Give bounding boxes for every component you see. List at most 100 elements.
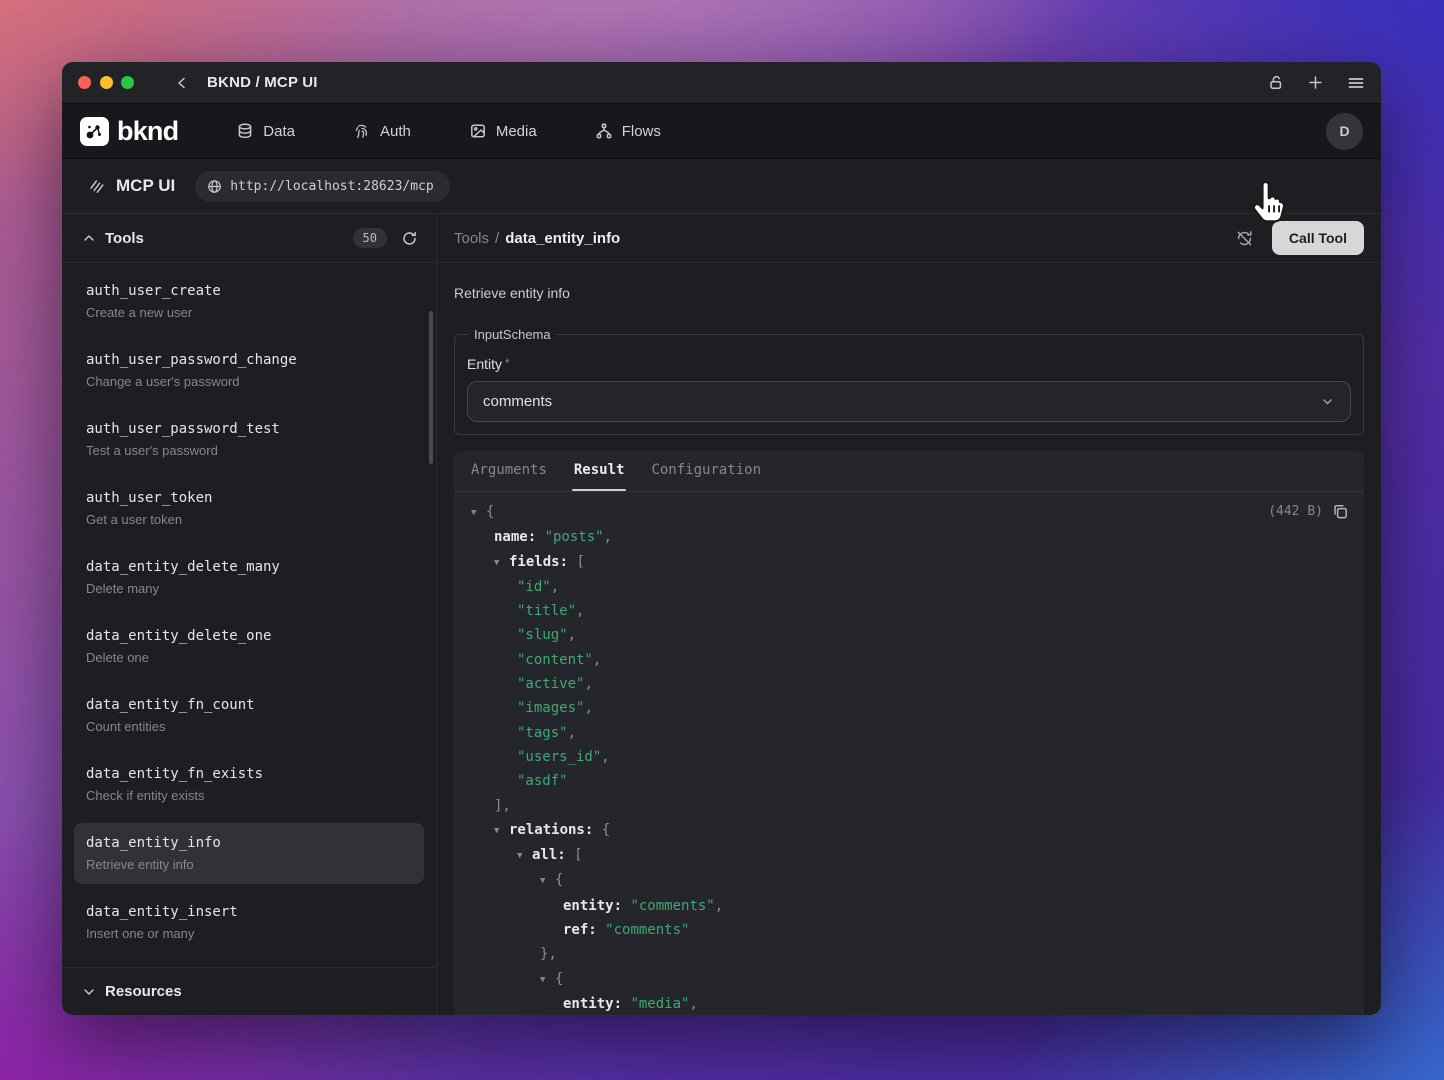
- sidebar-item-auth_user_create[interactable]: auth_user_createCreate a new user: [74, 271, 424, 332]
- json-line: },: [454, 942, 1364, 966]
- sidebar-item-auth_user_password_change[interactable]: auth_user_password_changeChange a user's…: [74, 340, 424, 401]
- avatar[interactable]: D: [1326, 113, 1363, 150]
- json-line: ▼fields: [: [454, 550, 1364, 575]
- json-key: entity:: [563, 996, 630, 1012]
- collapse-toggle-icon[interactable]: ▼: [540, 869, 555, 893]
- json-line: ▼{: [454, 868, 1364, 893]
- entity-label-text: Entity: [467, 356, 502, 372]
- collapse-toggle-icon[interactable]: ▼: [540, 968, 555, 992]
- json-punct: ,: [576, 603, 584, 619]
- json-punct: {: [486, 504, 494, 520]
- sidebar-item-data_entity_fn_count[interactable]: data_entity_fn_countCount entities: [74, 685, 424, 746]
- tool-detail-panel: Tools / data_entity_info Call Tool Retri…: [437, 214, 1381, 1015]
- json-string: "users_id": [517, 749, 601, 765]
- nav-item-auth[interactable]: Auth: [353, 122, 411, 140]
- new-tab-icon[interactable]: [1307, 74, 1324, 91]
- json-string: "id": [517, 579, 551, 595]
- chevron-up-icon: [82, 231, 96, 245]
- collapse-toggle-icon[interactable]: ▼: [494, 819, 509, 843]
- globe-icon: [207, 179, 222, 194]
- resources-section-header[interactable]: Resources: [62, 967, 436, 1015]
- json-line: ],: [454, 794, 1364, 818]
- collapse-toggle-icon[interactable]: ▼: [517, 844, 532, 868]
- breadcrumb-section[interactable]: Tools: [454, 230, 489, 247]
- json-punct: ,: [601, 749, 609, 765]
- entity-select[interactable]: comments: [467, 381, 1351, 422]
- required-mark: *: [505, 356, 510, 370]
- workflow-icon: [595, 122, 613, 140]
- call-tool-button[interactable]: Call Tool: [1272, 221, 1364, 255]
- tool-description: Create a new user: [86, 304, 412, 322]
- minimize-window-button[interactable]: [100, 76, 113, 89]
- tool-description: Delete many: [86, 580, 412, 598]
- nav-item-data[interactable]: Data: [236, 122, 295, 140]
- close-window-button[interactable]: [78, 76, 91, 89]
- json-punct: ,: [593, 652, 601, 668]
- json-string: "title": [517, 603, 576, 619]
- json-punct: ,: [584, 700, 592, 716]
- json-punct: {: [602, 822, 610, 838]
- json-line: "asdf": [454, 769, 1364, 793]
- tools-section-header[interactable]: Tools 50: [62, 214, 436, 263]
- sidebar-item-data_entity_info[interactable]: data_entity_infoRetrieve entity info: [74, 823, 424, 884]
- tool-name: auth_user_password_change: [86, 350, 412, 370]
- bknd-logo-text: bknd: [117, 116, 178, 147]
- nav-item-flows[interactable]: Flows: [595, 122, 661, 140]
- resources-section-label: Resources: [105, 983, 182, 1000]
- json-string: "comments": [630, 898, 714, 914]
- tool-description: Delete one: [86, 649, 412, 667]
- chevron-down-icon: [1320, 394, 1335, 409]
- json-string: "comments": [605, 922, 689, 938]
- collapse-toggle-icon[interactable]: ▼: [494, 551, 509, 575]
- json-punct: {: [555, 971, 563, 987]
- breadcrumb-current: data_entity_info: [505, 230, 620, 247]
- refresh-off-icon: [1235, 229, 1254, 248]
- tool-name: data_entity_insert: [86, 902, 412, 922]
- tools-count-badge: 50: [353, 228, 387, 248]
- tool-description: Retrieve entity info: [454, 283, 1364, 303]
- json-punct: ,: [568, 627, 576, 643]
- json-punct: [: [576, 554, 584, 570]
- collapse-toggle-icon[interactable]: ▼: [471, 501, 486, 525]
- tab-arguments[interactable]: Arguments: [471, 451, 547, 491]
- tool-name: data_entity_delete_many: [86, 557, 412, 577]
- entity-select-value: comments: [483, 393, 552, 410]
- server-url-pill[interactable]: http://localhost:28623/mcp: [195, 171, 450, 202]
- json-line: ▼all: [: [454, 843, 1364, 868]
- json-string: "posts": [545, 529, 604, 545]
- json-punct: ,: [568, 725, 576, 741]
- json-line: ▼relations: {: [454, 818, 1364, 843]
- menu-icon[interactable]: [1347, 75, 1365, 91]
- sidebar-scrollbar[interactable]: [429, 311, 433, 464]
- traffic-lights: [78, 76, 134, 89]
- tool-detail-body: Retrieve entity info InputSchema Entity*…: [437, 263, 1381, 1015]
- json-string: "tags": [517, 725, 568, 741]
- tab-result[interactable]: Result: [574, 451, 625, 491]
- sidebar-item-data_entity_insert[interactable]: data_entity_insertInsert one or many: [74, 892, 424, 953]
- refresh-tools-button[interactable]: [401, 230, 418, 247]
- tab-configuration[interactable]: Configuration: [651, 451, 761, 491]
- tools-sidebar: Tools 50 auth_user_createCreate a new us…: [62, 214, 437, 1015]
- sidebar-item-auth_user_token[interactable]: auth_user_tokenGet a user token: [74, 478, 424, 539]
- json-line: "images",: [454, 696, 1364, 720]
- back-button[interactable]: [174, 75, 190, 91]
- sidebar-item-data_entity_fn_exists[interactable]: data_entity_fn_existsCheck if entity exi…: [74, 754, 424, 815]
- bknd-logo[interactable]: bknd: [80, 116, 178, 147]
- json-line: "content",: [454, 648, 1364, 672]
- copy-result-button[interactable]: [1332, 503, 1349, 520]
- result-size-badge: (442 B): [1268, 504, 1323, 519]
- sidebar-item-data_entity_delete_one[interactable]: data_entity_delete_oneDelete one: [74, 616, 424, 677]
- json-line: "title",: [454, 599, 1364, 623]
- maximize-window-button[interactable]: [121, 76, 134, 89]
- sidebar-item-data_entity_delete_many[interactable]: data_entity_delete_many Delete many: [74, 547, 424, 608]
- auto-refresh-off-button[interactable]: [1235, 229, 1254, 248]
- nav-item-media[interactable]: Media: [469, 122, 537, 140]
- sidebar-item-auth_user_password_test[interactable]: auth_user_password_testTest a user's pas…: [74, 409, 424, 470]
- tools-section-label: Tools: [105, 230, 144, 247]
- json-punct: {: [555, 872, 563, 888]
- json-key: name:: [494, 529, 545, 545]
- json-key: all:: [532, 847, 574, 863]
- lock-icon[interactable]: [1267, 74, 1284, 91]
- json-string: "images": [517, 700, 584, 716]
- nav-label: Media: [496, 123, 537, 140]
